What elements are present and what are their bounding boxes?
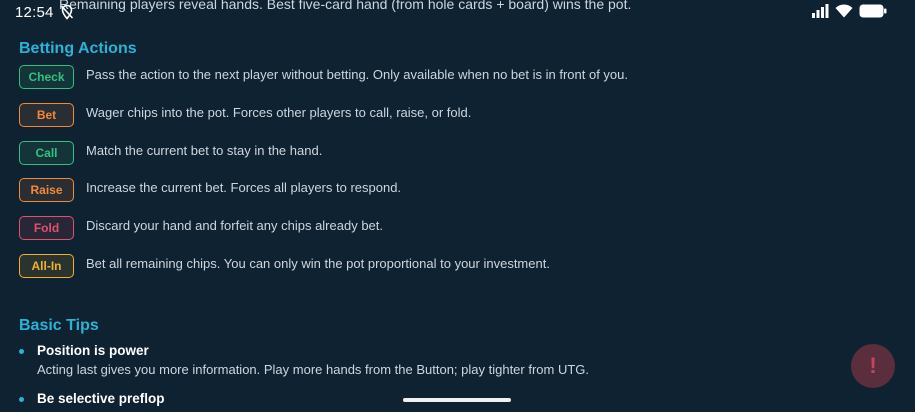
tip-title: Be selective preflop — [37, 391, 165, 406]
betting-actions-heading: Betting Actions — [19, 40, 137, 57]
basic-tips-heading: Basic Tips — [19, 317, 99, 334]
action-badge: Check — [19, 65, 74, 89]
action-description: Increase the current bet. Forces all pla… — [86, 180, 402, 195]
betting-action-row: Raise Increase the current bet. Forces al… — [19, 178, 879, 204]
exclamation-icon: ! — [869, 353, 877, 378]
tip-body: Acting last gives you more information. … — [37, 362, 590, 377]
battery-icon — [859, 4, 887, 23]
bullet-icon — [19, 349, 24, 354]
signal-icon — [811, 4, 829, 23]
betting-action-row: Fold Discard your hand and forfeit any ch… — [19, 216, 879, 242]
action-badge: Bet — [19, 103, 74, 127]
action-badge: Fold — [19, 216, 74, 240]
wifi-icon — [835, 4, 853, 23]
tip-title: Position is power — [37, 343, 149, 358]
status-clock: 12:54 — [15, 4, 54, 21]
action-badge: Call — [19, 141, 74, 165]
location-off-icon — [59, 4, 75, 20]
action-description: Match the current bet to stay in the han… — [86, 143, 323, 158]
betting-action-row: Bet Wager chips into the pot. Forces othe… — [19, 103, 879, 129]
action-description: Wager chips into the pot. Forces other p… — [86, 105, 472, 120]
bullet-icon — [19, 397, 24, 402]
betting-action-row: All-In Bet all remaining chips. You can o… — [19, 254, 879, 280]
action-description: Bet all remaining chips. You can only wi… — [86, 256, 550, 271]
alert-fab-button[interactable]: ! — [851, 344, 895, 388]
betting-action-row: Call Match the current bet to stay in the… — [19, 141, 879, 167]
previous-section-text: Remaining players reveal hands. Best fiv… — [59, 0, 632, 12]
action-badge: All-In — [19, 254, 74, 278]
action-badge: Raise — [19, 178, 74, 202]
action-description: Pass the action to the next player witho… — [86, 67, 628, 82]
status-bar: Remaining players reveal hands. Best fiv… — [0, 0, 915, 24]
home-indicator[interactable] — [403, 398, 511, 402]
betting-action-row: Check Pass the action to the next player … — [19, 65, 879, 91]
action-description: Discard your hand and forfeit any chips … — [86, 218, 384, 233]
